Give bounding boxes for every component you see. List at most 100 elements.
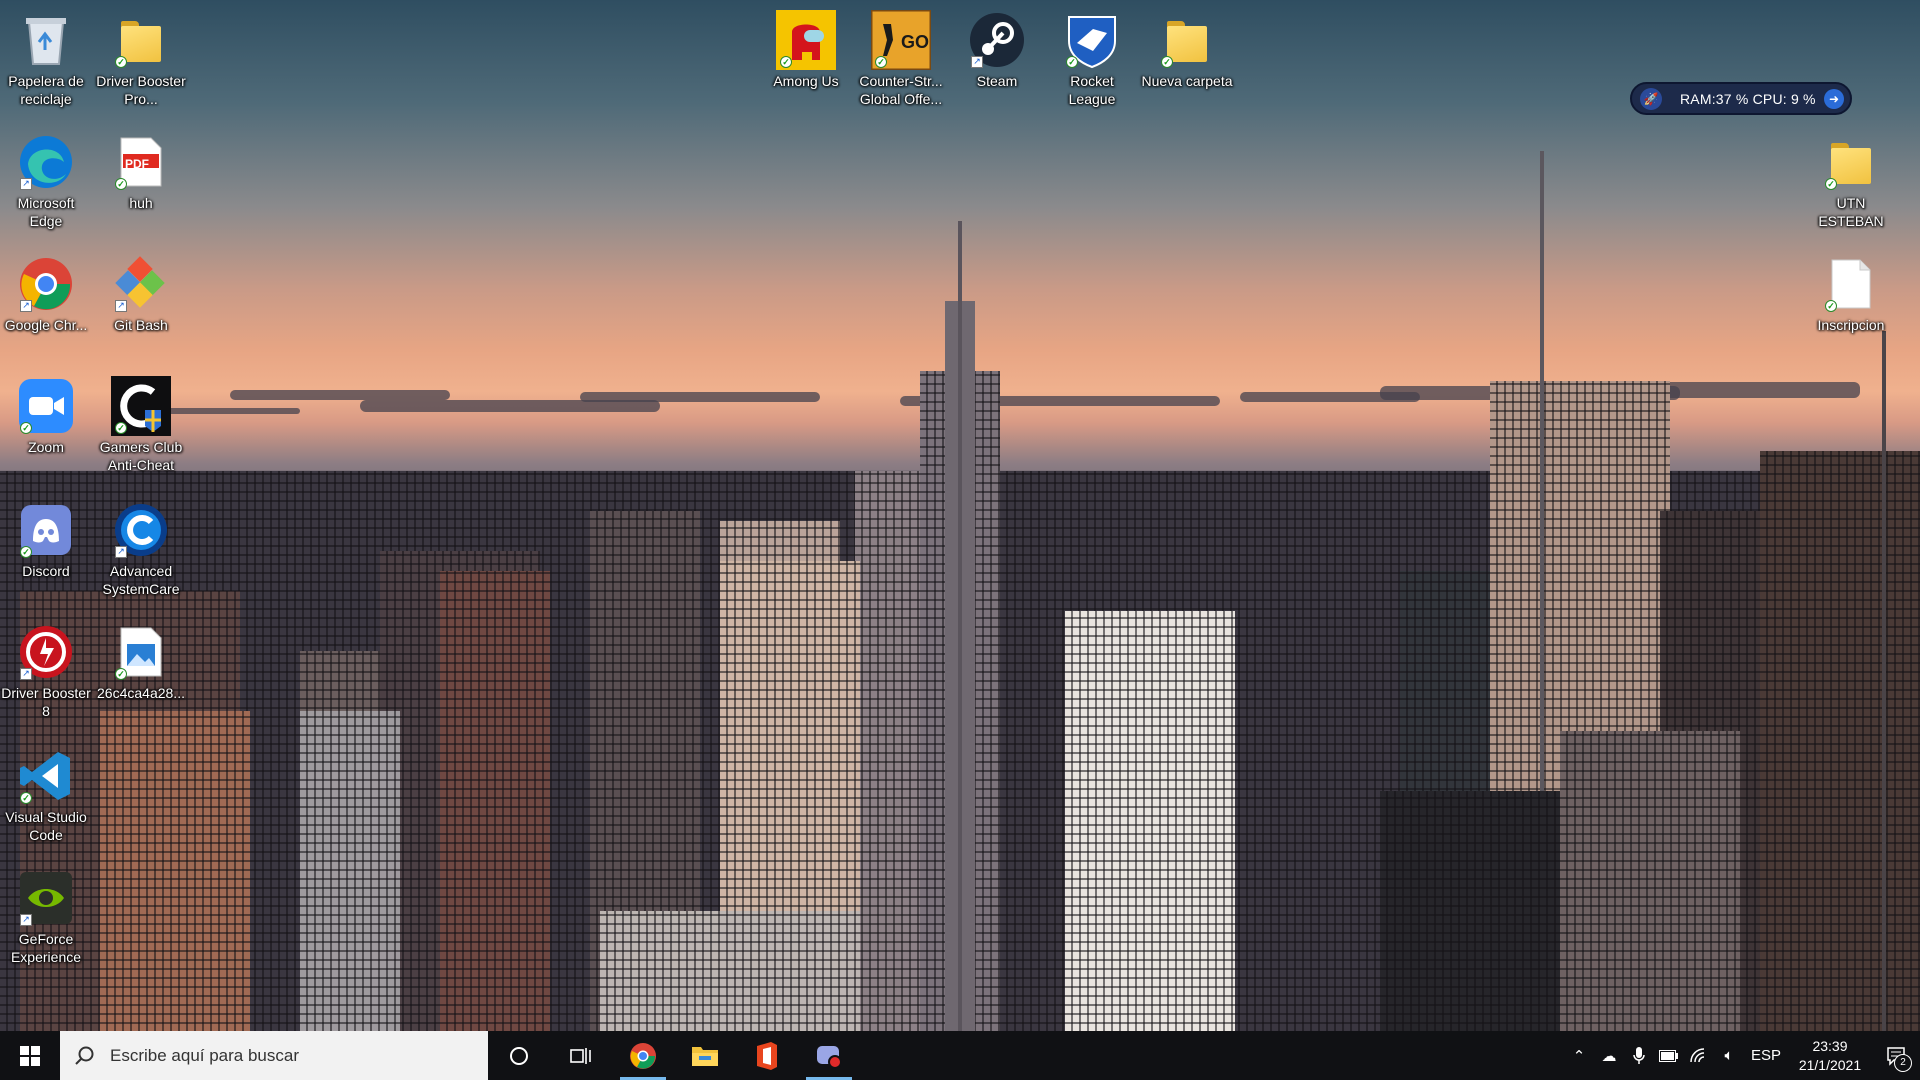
desktop-icon-advanced-systemcare[interactable]: ↗ Advanced SystemCare [95,496,187,608]
system-tray: ⌃ ☁ 🔈︎ ESP 23:39 21/1/2021 2 [1564,1031,1920,1080]
desktop-icon-label: huh [129,195,153,211]
desktop-icon-label: GeForce Experience [10,931,82,965]
show-hidden-icons-button[interactable]: ⌃ [1564,1031,1594,1080]
sync-check-icon: ✓ [115,56,127,68]
taskbar-office[interactable] [736,1031,798,1080]
sync-check-icon: ✓ [1825,300,1837,312]
desktop-wallpaper [0,0,1920,1031]
pdf-badge: PDF [125,157,149,171]
desktop-icon-label: Visual Studio Code [5,809,87,843]
microphone-icon [1633,1046,1645,1064]
desktop-icon-geforce-experience[interactable]: ↗ GeForce Experience [0,864,92,976]
microphone-button[interactable] [1624,1031,1654,1080]
shortcut-arrow-icon: ↗ [20,178,32,190]
desktop-icon-image-file[interactable]: ✓ 26c4ca4a28... [95,618,187,730]
desktop-icon-discord[interactable]: ✓ Discord [0,496,92,608]
taskbar-file-explorer[interactable] [674,1031,736,1080]
sync-check-icon: ✓ [115,668,127,680]
rocket-boost-icon[interactable]: 🚀 [1640,87,1662,110]
desktop-icon-label: UTN ESTEBAN [1818,195,1884,229]
shortcut-arrow-icon: ↗ [20,300,32,312]
network-button[interactable] [1684,1031,1714,1080]
search-icon [75,1046,94,1065]
windows-logo-icon [20,1045,40,1066]
language-indicator[interactable]: ESP [1744,1031,1788,1080]
battery-icon [1659,1049,1678,1062]
desktop-icon-nueva-carpeta[interactable]: ✓ Nueva carpeta [1141,6,1233,118]
shortcut-arrow-icon: ↗ [115,300,127,312]
sync-check-icon: ✓ [115,422,127,434]
battery-button[interactable] [1654,1031,1684,1080]
chrome-icon [630,1042,656,1069]
desktop-icon-csgo[interactable]: GO ✓ Counter-Str... Global Offe... [855,6,947,118]
cloud-icon: ☁ [1601,1047,1617,1065]
desktop-icon-label: Zoom [28,439,64,455]
sync-check-icon: ✓ [1825,178,1837,190]
desktop-icon-driver-booster-folder[interactable]: ✓ Driver Booster Pro... [95,6,187,118]
desktop-icon-vscode[interactable]: ✓ Visual Studio Code [0,742,92,854]
desktop-icon-among-us[interactable]: ✓ Among Us [760,6,852,118]
folder-icon [121,19,161,62]
desktop-icon-recycle-bin[interactable]: Papelera de reciclaje [0,6,92,118]
desktop-icon-utn-esteban[interactable]: ✓ UTN ESTEBAN [1805,128,1897,240]
sync-check-icon: ✓ [1161,56,1173,68]
desktop-icon-huh-pdf[interactable]: PDF ✓ huh [95,128,187,240]
desktop-icon-label: Discord [22,563,70,579]
taskbar-chrome[interactable] [612,1031,674,1080]
speaker-icon: 🔈︎ [1724,1047,1734,1064]
desktop-icon-git-bash[interactable]: ↗ Git Bash [95,250,187,362]
desktop-icon-label: Among Us [773,73,839,89]
arrow-right-icon[interactable]: ➜ [1824,88,1844,109]
start-button[interactable] [0,1031,60,1080]
desktop-icon-gamers-club[interactable]: ✓ Gamers Club Anti-Cheat [95,372,187,484]
cortana-icon [510,1046,528,1065]
desktop-icon-label: Counter-Str... Global Offe... [859,73,943,107]
shortcut-arrow-icon: ↗ [971,56,983,68]
desktop-icon-zoom[interactable]: ✓ Zoom [0,372,92,484]
folder-icon [1167,19,1207,62]
desktop-icon-label: Gamers Club Anti-Cheat [99,439,183,473]
desktop-icon-google-chrome[interactable]: ↗ Google Chr... [0,250,92,362]
desktop-icon-driver-booster[interactable]: ↗ Driver Booster 8 [0,618,92,730]
volume-button[interactable]: 🔈︎ [1714,1031,1744,1080]
clock[interactable]: 23:39 21/1/2021 [1788,1037,1872,1075]
language-code: ESP [1750,1047,1781,1064]
sync-check-icon: ✓ [20,422,32,434]
discord-record-icon [817,1045,842,1069]
search-box[interactable]: Escribe aquí para buscar [60,1031,488,1080]
desktop-icon-label: Driver Booster 8 [1,685,91,719]
notification-count-badge: 2 [1894,1054,1912,1072]
csgo-badge: GO [901,32,930,52]
task-view-button[interactable] [550,1031,612,1080]
desktop-icon-microsoft-edge[interactable]: ↗ Microsoft Edge [0,128,92,240]
taskbar-discord-recording[interactable] [798,1031,860,1080]
sync-check-icon: ✓ [20,546,32,558]
shortcut-arrow-icon: ↗ [20,668,32,680]
chevron-up-icon: ⌃ [1572,1047,1586,1065]
system-monitor-widget[interactable]: 🚀 RAM:37 % CPU: 9 % ➜ [1630,82,1852,115]
sync-check-icon: ✓ [780,56,792,68]
folder-icon [1831,141,1871,184]
clock-time: 23:39 [1812,1037,1848,1054]
desktop-icon-label: Rocket League [1068,73,1116,107]
desktop-icon-label: Steam [976,73,1018,89]
shortcut-arrow-icon: ↗ [115,546,127,558]
system-stats-text: RAM:37 % CPU: 9 % [1680,90,1816,107]
desktop-icon-label: Inscripcion [1817,317,1885,333]
desktop-icon-label: 26c4ca4a28... [97,685,185,701]
desktop-icon-label: Driver Booster Pro... [96,73,186,107]
desktop-icon-steam[interactable]: ↗ Steam [951,6,1043,118]
onedrive-button[interactable]: ☁ [1594,1031,1624,1080]
search-placeholder: Escribe aquí para buscar [110,1045,299,1065]
desktop-icon-label: Google Chr... [4,317,88,333]
sync-check-icon: ✓ [875,56,887,68]
action-center-button[interactable]: 2 [1872,1031,1920,1080]
task-view-icon [570,1047,591,1064]
file-explorer-icon [692,1046,718,1066]
wifi-icon [1690,1047,1705,1062]
sync-check-icon: ✓ [115,178,127,190]
cortana-button[interactable] [488,1031,550,1080]
desktop-icon-inscripcion[interactable]: ✓ Inscripcion [1805,250,1897,362]
desktop-icon-rocket-league[interactable]: ✓ Rocket League [1046,6,1138,118]
desktop-icon-label: Advanced SystemCare [102,563,180,597]
